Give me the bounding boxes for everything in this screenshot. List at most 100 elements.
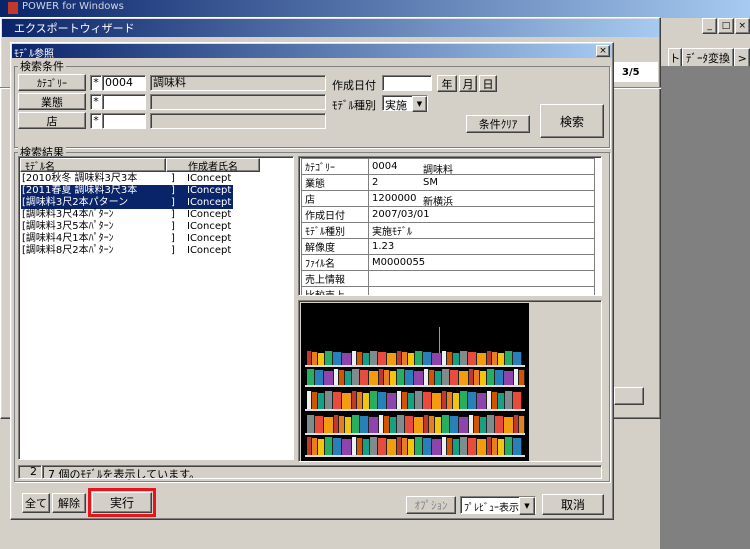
product-facing: [333, 352, 342, 365]
detail-value: 1200000 新横浜: [368, 190, 595, 208]
product-facing: [370, 391, 378, 409]
deselect-button[interactable]: 解除: [52, 493, 86, 513]
detail-row: 作成日付 2007/03/01: [301, 206, 595, 223]
model-list[interactable]: ﾓﾃﾞﾙ名 作成者氏名 [2010秋冬 調味料3尺3本] IConcept [201…: [18, 156, 294, 460]
product-facing: [318, 439, 325, 455]
shelf-board: [305, 365, 525, 367]
created-date-input[interactable]: [382, 75, 432, 91]
model-type-value: 実施: [385, 99, 407, 112]
product-facing: [325, 351, 333, 365]
tab-prev[interactable]: ト: [668, 48, 682, 68]
month-button[interactable]: 月: [459, 75, 477, 92]
option-button[interactable]: ｵﾌﾟｼｮﾝ: [406, 496, 456, 514]
product-facing: [405, 370, 414, 385]
product-facing: [352, 369, 360, 385]
column-header-model-name[interactable]: ﾓﾃﾞﾙ名: [20, 158, 166, 173]
shelf-board: [305, 409, 525, 411]
model-author: IConcept: [187, 233, 232, 244]
product-facing: [519, 416, 525, 433]
detail-table: ｶﾃｺﾞﾘｰ 0004 調味料 業態 2 SM 店 1200000 新横浜 作成日付 2007/03…: [301, 158, 595, 295]
category-star: *: [90, 75, 102, 91]
product-facing: [519, 370, 525, 385]
product-facing: [408, 353, 415, 365]
day-button[interactable]: 日: [479, 75, 497, 92]
product-facing: [307, 369, 315, 385]
background-gray-area: [660, 66, 750, 549]
background-app-title: POWER for Windows: [22, 1, 124, 12]
search-conditions-label: 検索条件: [18, 58, 66, 74]
tab-next[interactable]: >: [734, 48, 750, 68]
product-facing: [324, 417, 334, 433]
detail-key: ﾓﾃﾞﾙ種別: [301, 222, 369, 239]
product-facing: [453, 353, 460, 365]
preview-panel: [298, 300, 602, 462]
product-facing: [498, 439, 505, 455]
clear-conditions-button[interactable]: 条件ｸﾘｱ: [466, 115, 530, 133]
year-button[interactable]: 年: [437, 75, 457, 92]
search-button[interactable]: 検索: [540, 104, 604, 138]
minimize-button[interactable]: _: [702, 18, 718, 34]
product-facing: [342, 439, 352, 455]
detail-value-2: SM: [423, 177, 438, 188]
detail-value-1: M0000055: [372, 257, 426, 268]
product-facing: [460, 351, 468, 365]
store-code-input[interactable]: [102, 113, 146, 129]
column-header-author[interactable]: 作成者氏名: [166, 158, 260, 173]
detail-key: 比較売上: [301, 286, 369, 295]
business-star: *: [90, 94, 102, 110]
chevron-down-icon[interactable]: ▼: [519, 497, 535, 515]
product-facing: [325, 391, 333, 409]
product-facing: [505, 391, 513, 409]
list-item[interactable]: [2010秋冬 調味料3尺3本] IConcept: [21, 173, 233, 185]
product-facing: [432, 439, 442, 455]
product-facing: [480, 371, 487, 385]
model-name: [調味料3尺5本ﾊﾟﾀｰﾝ: [22, 221, 114, 232]
detail-key: 店: [301, 190, 369, 207]
model-author: IConcept: [187, 173, 232, 184]
select-all-button[interactable]: 全て: [22, 493, 50, 513]
product-facing: [342, 353, 352, 365]
list-item[interactable]: [調味料4尺1本ﾊﾟﾀｰﾝ] IConcept: [21, 233, 233, 245]
category-code-input[interactable]: 0004: [102, 75, 146, 91]
product-facing: [363, 439, 370, 455]
detail-row: ﾌｧｲﾙ名 M0000055: [301, 254, 595, 271]
list-item[interactable]: [調味料3尺5本ﾊﾟﾀｰﾝ] IConcept: [21, 221, 233, 233]
dialog-close-button[interactable]: ×: [596, 45, 610, 57]
product-facing: [415, 437, 423, 455]
product-facing: [453, 393, 460, 409]
product-facing: [459, 371, 469, 385]
close-app-button[interactable]: ×: [734, 18, 750, 34]
product-facing: [408, 439, 415, 455]
product-facing: [333, 392, 342, 409]
product-facing: [307, 415, 315, 433]
list-item[interactable]: [調味料3尺4本ﾊﾟﾀｰﾝ] IConcept: [21, 209, 233, 221]
product-facing: [498, 393, 505, 409]
detail-value-1: 2007/03/01: [372, 209, 430, 220]
preview-mode-select[interactable]: ﾌﾟﾚﾋﾞｭｰ表示 ▼: [460, 496, 536, 515]
product-facing: [435, 371, 442, 385]
list-item[interactable]: [調味料8尺2本ﾊﾟﾀｰﾝ] IConcept: [21, 245, 233, 257]
list-item[interactable]: [調味料3尺2本パターン] IConcept: [21, 197, 233, 209]
product-facing: [459, 417, 469, 433]
dialog-titlebar: [12, 44, 612, 58]
shelf-preview-image: [301, 303, 529, 461]
run-button[interactable]: 実行: [92, 492, 152, 513]
chevron-down-icon[interactable]: ▼: [412, 96, 427, 112]
tab-data-convert[interactable]: ﾃﾞｰﾀ変換: [681, 48, 735, 68]
maximize-button[interactable]: □: [718, 18, 734, 34]
detail-key: ｶﾃｺﾞﾘｰ: [301, 158, 369, 175]
model-author: IConcept: [187, 185, 232, 196]
product-facing: [352, 415, 360, 433]
product-facing: [363, 353, 370, 365]
model-name: [調味料4尺1本ﾊﾟﾀｰﾝ: [22, 233, 114, 244]
model-type-select[interactable]: 実施 ▼: [382, 95, 428, 112]
detail-row: 解像度 1.23: [301, 238, 595, 255]
detail-row: 業態 2 SM: [301, 174, 595, 191]
detail-row: ﾓﾃﾞﾙ種別 実施ﾓﾃﾞﾙ: [301, 222, 595, 239]
cancel-button[interactable]: 取消: [542, 494, 604, 515]
product-facing: [513, 352, 522, 365]
list-item[interactable]: [2011春夏 調味料3尺3本] IConcept: [21, 185, 233, 197]
product-facing: [390, 417, 397, 433]
wizard-next-button[interactable]: [614, 387, 644, 405]
business-code-input[interactable]: [102, 94, 146, 110]
